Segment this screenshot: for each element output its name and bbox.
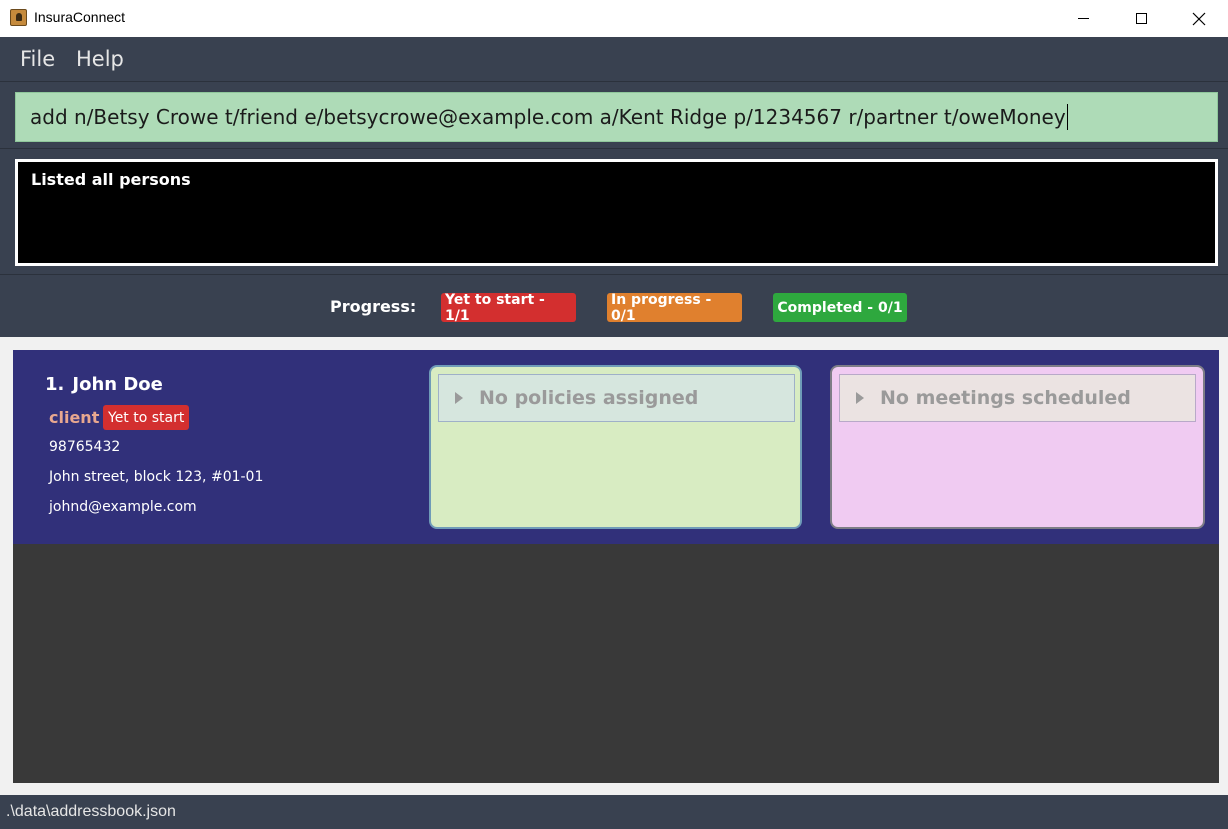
progress-yet-to-start-badge: Yet to start - 1/1 (441, 292, 576, 324)
progress-label: Progress: (330, 297, 417, 316)
person-phone: 98765432 (49, 439, 121, 455)
result-message: Listed all persons (31, 170, 191, 189)
expand-arrow-icon (455, 392, 463, 404)
menu-bar: File Help (0, 37, 1228, 81)
person-tag: client (49, 408, 100, 427)
policies-accordion-header[interactable]: No policies assigned (438, 374, 795, 422)
result-section: Listed all persons (0, 148, 1228, 274)
maximize-icon (1135, 13, 1147, 24)
progress-in-progress-badge: In progress - 0/1 (607, 292, 742, 324)
window-title: InsuraConnect (34, 9, 126, 25)
result-display: Listed all persons (15, 159, 1218, 266)
meetings-panel: No meetings scheduled (830, 365, 1205, 529)
person-list-container: 1. John Doe client Yet to start 98765432 … (0, 337, 1228, 795)
meetings-header-text: No meetings scheduled (880, 387, 1131, 409)
menu-file[interactable]: File (20, 47, 55, 71)
command-section: add n/Betsy Crowe t/friend e/betsycrowe@… (0, 81, 1228, 148)
menu-help[interactable]: Help (76, 47, 124, 71)
title-bar: InsuraConnect (0, 0, 1228, 37)
close-icon (1192, 12, 1206, 25)
minimize-button[interactable] (1054, 0, 1112, 37)
person-card[interactable]: 1. John Doe client Yet to start 98765432 … (13, 350, 1219, 544)
close-button[interactable] (1170, 0, 1228, 37)
command-text: add n/Betsy Crowe t/friend e/betsycrowe@… (30, 105, 1066, 129)
status-badge: Yet to start (103, 405, 190, 430)
save-location-path: .\data\addressbook.json (6, 803, 176, 820)
policies-header-text: No policies assigned (479, 387, 699, 409)
expand-arrow-icon (856, 392, 864, 404)
person-email: johnd@example.com (49, 499, 197, 515)
person-list[interactable]: 1. John Doe client Yet to start 98765432 … (13, 350, 1219, 783)
command-input[interactable]: add n/Betsy Crowe t/friend e/betsycrowe@… (15, 92, 1218, 142)
person-name: 1. John Doe (45, 374, 163, 395)
app-icon (10, 9, 27, 26)
person-address: John street, block 123, #01-01 (49, 469, 264, 485)
status-bar: .\data\addressbook.json (0, 795, 1228, 829)
meetings-accordion-header[interactable]: No meetings scheduled (839, 374, 1196, 422)
policies-panel: No policies assigned (429, 365, 802, 529)
person-name-text: John Doe (72, 374, 163, 395)
progress-completed-badge: Completed - 0/1 (773, 293, 907, 322)
minimize-icon (1077, 18, 1089, 19)
progress-section: Progress: Yet to start - 1/1 In progress… (0, 274, 1228, 337)
person-index: 1. (45, 374, 65, 395)
text-caret (1066, 104, 1068, 130)
maximize-button[interactable] (1112, 0, 1170, 37)
